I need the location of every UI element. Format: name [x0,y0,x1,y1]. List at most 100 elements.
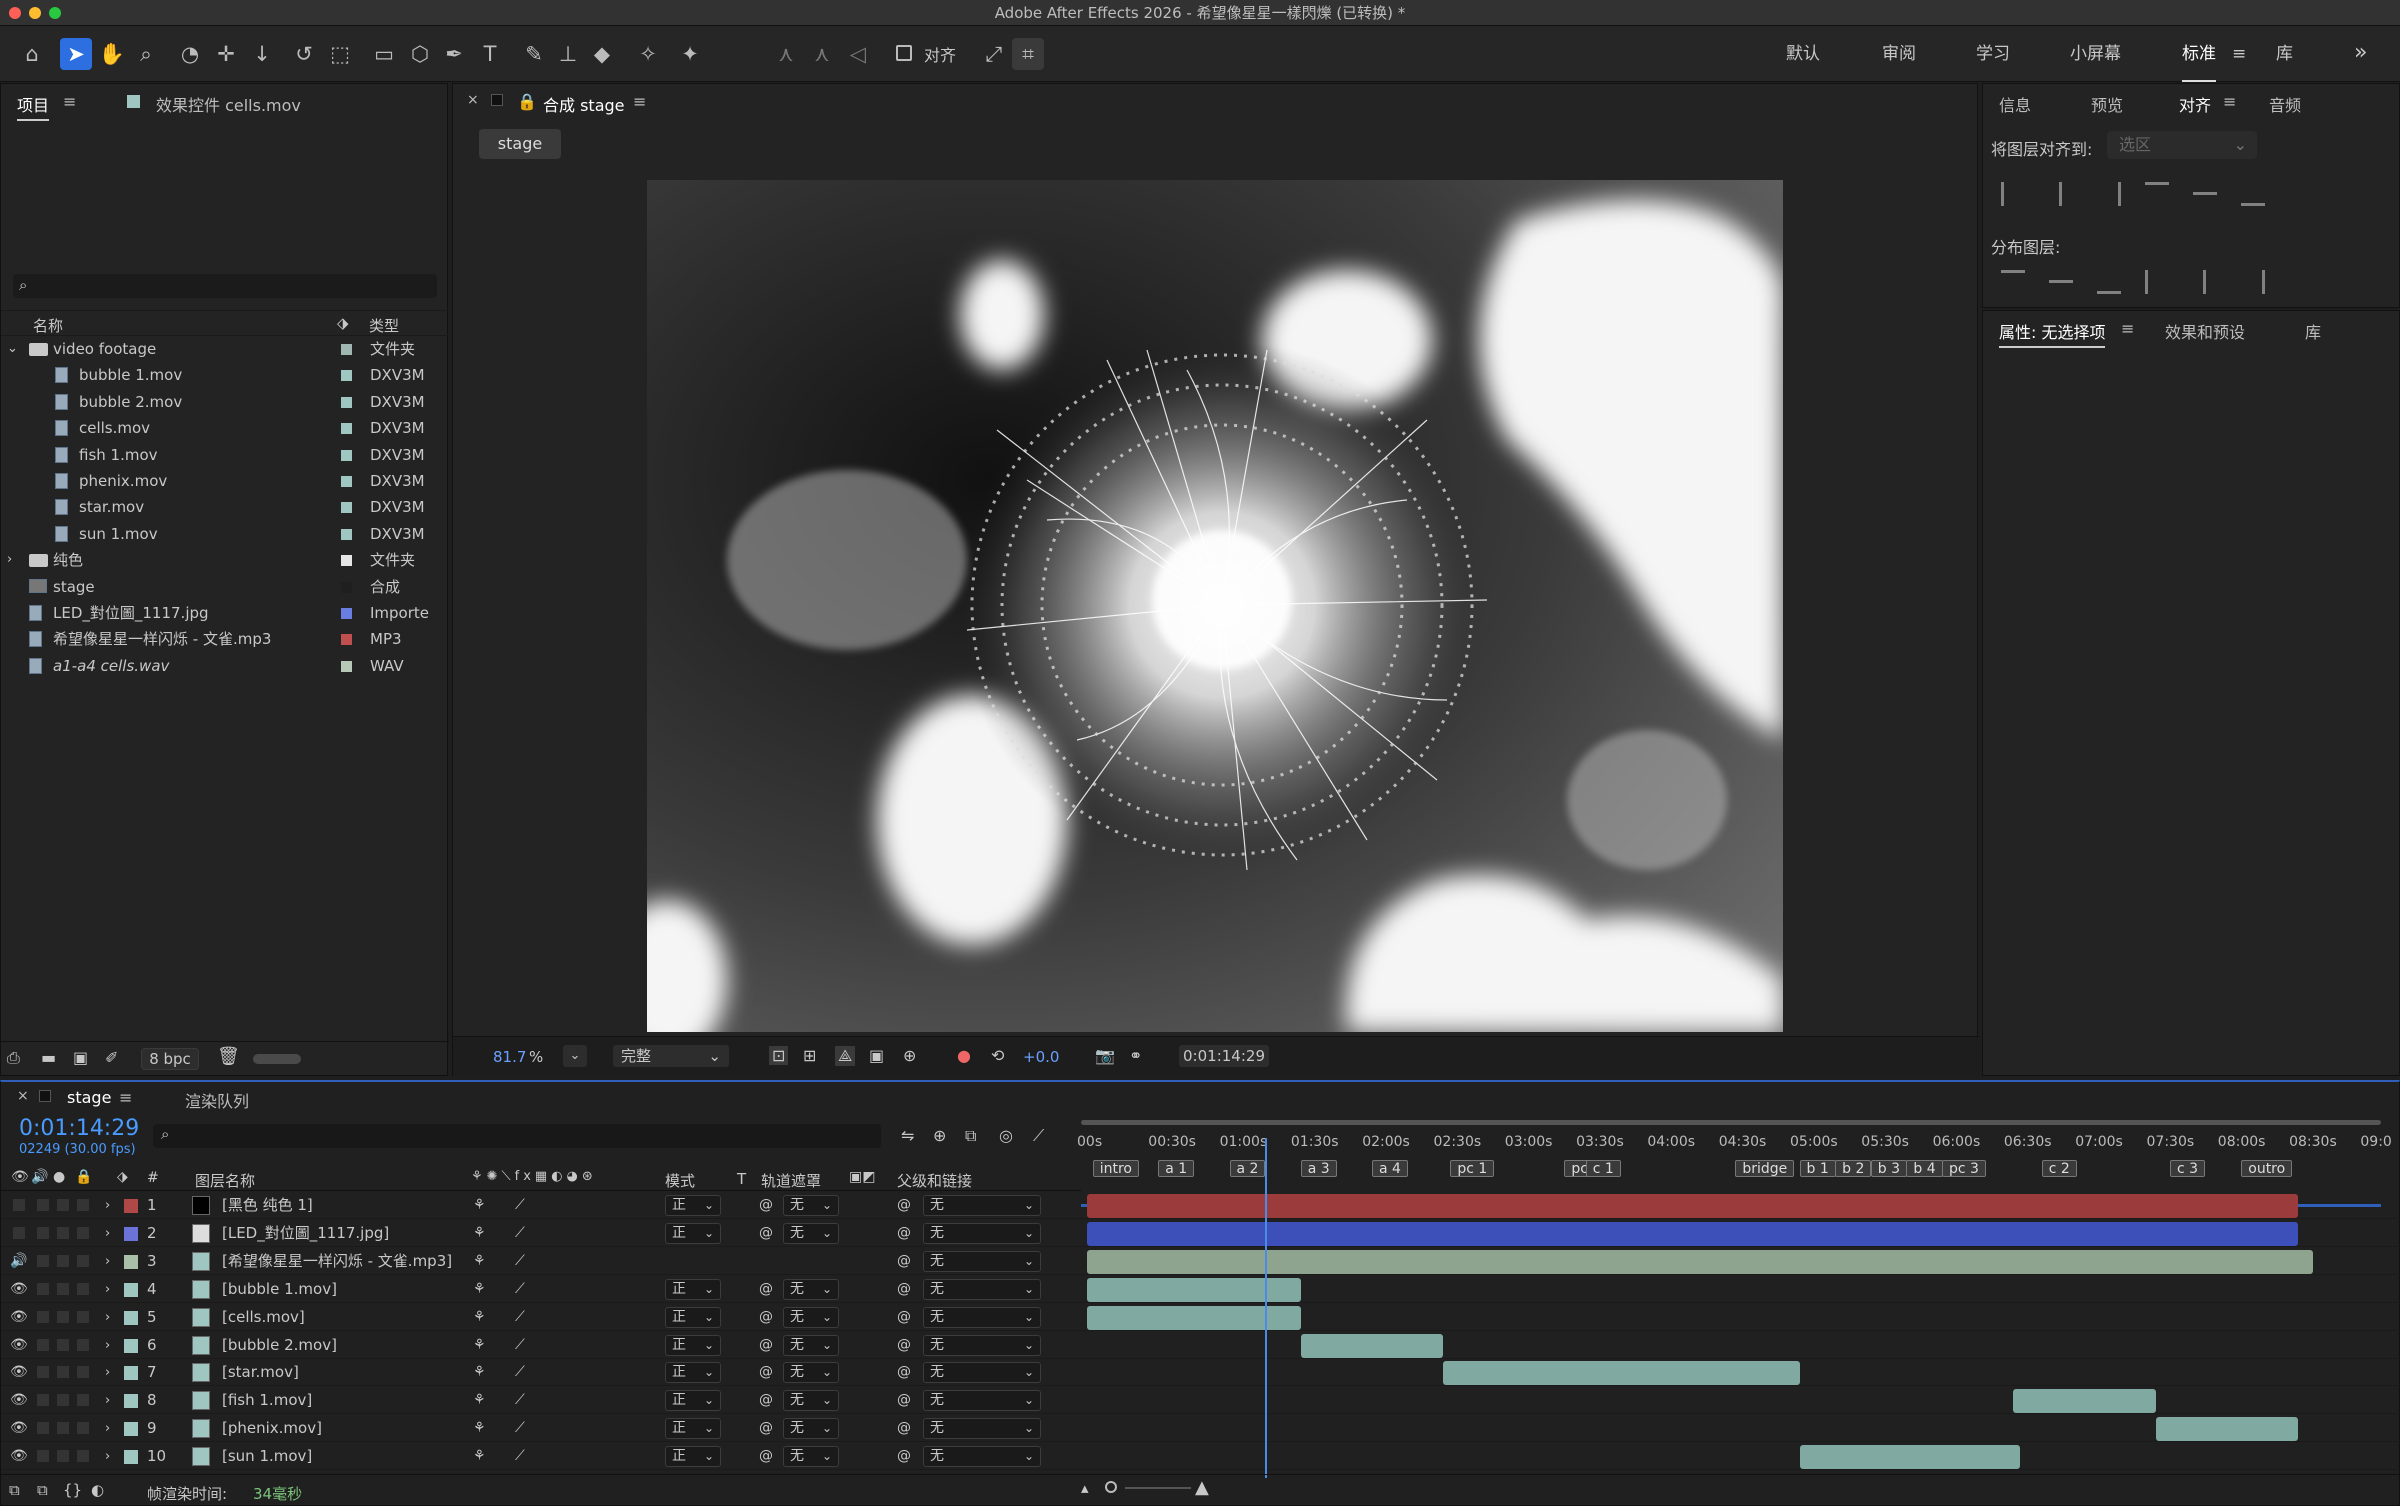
render-time-toggle-icon[interactable]: ◐ [91,1481,104,1499]
snapshot-icon[interactable]: 📷 [1095,1046,1115,1065]
more-workspaces-icon[interactable]: » [2354,40,2367,65]
label-swatch[interactable] [341,634,352,646]
comp-marker[interactable]: outro [2241,1160,2293,1177]
label-swatch[interactable] [341,476,352,487]
label-swatch[interactable] [341,370,352,382]
dolly-camera-icon[interactable]: ↓ [246,38,278,70]
layer-duration-bar[interactable] [2155,1417,2299,1442]
new-composition-icon[interactable]: ▣ [73,1048,88,1067]
comp-tab[interactable]: 合成 stage [543,92,625,116]
comp-viewer[interactable] [647,180,1783,1032]
disclosure-triangle-icon[interactable]: ⌄ [7,336,18,362]
label-swatch[interactable] [341,660,352,672]
zoom-dropdown-icon[interactable]: ⌄ [563,1045,587,1067]
comp-marker[interactable]: pc 1 [1450,1160,1495,1177]
layer-duration-bar[interactable] [1087,1277,1301,1302]
project-item[interactable]: sun 1.mov DXV3M [1,521,446,547]
comp-marker[interactable]: c 1 [1585,1160,1621,1177]
comp-marker[interactable]: intro [1092,1160,1139,1177]
world-axis-icon[interactable]: ⋏ [806,38,838,70]
new-folder-icon[interactable]: ▬ [41,1048,56,1067]
distribute-right-icon[interactable] [2241,270,2265,294]
snap-target-icon[interactable]: ⌗ [1012,38,1044,70]
project-item[interactable]: a1-a4 cells.wav WAV [1,653,446,679]
align-menu-icon[interactable]: ≡ [2223,92,2236,111]
resolution-dropdown[interactable]: 完整 ⌄ [613,1045,729,1067]
close-window-button[interactable] [9,7,21,19]
type-tool-icon[interactable]: T [474,38,506,70]
layer-duration-bar[interactable] [1087,1221,2299,1246]
label-swatch[interactable] [341,555,352,567]
minimize-window-button[interactable] [29,7,41,19]
delete-icon[interactable]: 🗑 [217,1046,240,1067]
workspace-standard[interactable]: 标准 [2182,26,2216,82]
comp-marker[interactable]: b 3 [1870,1160,1907,1177]
layer-duration-bar[interactable] [2013,1389,2156,1414]
comp-marker[interactable]: a 2 [1229,1160,1266,1177]
workspace-libraries[interactable]: 库 [2276,26,2293,82]
type-column-header[interactable]: 类型 [369,315,399,336]
region-of-interest-icon[interactable]: ▣ [869,1046,884,1065]
workspace-review[interactable]: 审阅 [1882,26,1916,82]
align-right-icon[interactable] [2097,182,2121,206]
align-v-center-icon[interactable] [2193,182,2217,195]
layer-duration-bar[interactable] [1087,1194,2299,1218]
align-left-icon[interactable] [2001,182,2025,206]
distribute-left-icon[interactable] [2145,270,2169,294]
project-item[interactable]: fish 1.mov DXV3M [1,442,446,468]
comp-breadcrumb[interactable]: stage [479,129,561,159]
bit-depth-button[interactable]: 8 bpc [141,1048,199,1070]
project-menu-icon[interactable]: ≡ [63,92,76,111]
local-axis-icon[interactable]: ⋏ [770,38,802,70]
zoom-value[interactable]: 81.7 [493,1048,526,1066]
align-top-icon[interactable] [2145,182,2169,206]
3d-shape-tool-icon[interactable]: ⬡ [404,38,436,70]
align-to-dropdown[interactable]: 选区 ⌄ [2107,131,2257,159]
zoom-tool-icon[interactable]: ⌕ [130,38,162,70]
modes-toggle-icon[interactable]: ⧉ [37,1481,48,1499]
preview-tab[interactable]: 预览 [2091,92,2123,116]
label-swatch[interactable] [341,528,352,540]
hand-tool-icon[interactable]: ✋ [96,38,128,70]
disclosure-triangle-icon[interactable]: › [7,547,12,573]
distribute-h-center-icon[interactable] [2193,270,2206,294]
comp-marker[interactable]: b 1 [1799,1160,1836,1177]
snap-options-icon[interactable]: ⤢ [978,38,1010,70]
audio-tab[interactable]: 音频 [2269,92,2301,116]
grid-guides-icon[interactable]: ⊕ [903,1046,916,1065]
project-item[interactable]: bubble 2.mov DXV3M [1,389,446,415]
label-swatch[interactable] [341,581,352,593]
mask-visibility-icon[interactable]: ⟁ [835,1046,856,1066]
comp-marker[interactable]: a 1 [1158,1160,1195,1177]
zoom-slider-track[interactable] [1125,1487,1191,1489]
project-item[interactable]: LED_對位圖_1117.jpg Importe [1,600,446,626]
label-swatch[interactable] [341,423,352,435]
roto-brush-tool-icon[interactable]: ✧ [632,38,664,70]
workspace-default[interactable]: 默认 [1786,26,1820,82]
align-tab[interactable]: 对齐 [2179,92,2211,116]
brush-tool-icon[interactable]: ✎ [518,38,550,70]
label-swatch[interactable] [341,502,352,514]
layer-duration-bar[interactable] [1087,1249,2313,1274]
view-axis-icon[interactable]: ◁ [842,38,874,70]
orbit-camera-icon[interactable]: ◔ [174,38,206,70]
playhead[interactable] [1265,1138,1268,1478]
libraries-tab[interactable]: 库 [2305,319,2321,343]
info-tab[interactable]: 信息 [1999,92,2031,116]
project-item[interactable]: stage 合成 [1,574,446,600]
comp-marker[interactable]: pc 3 [1942,1160,1986,1177]
zoom-slider-thumb[interactable] [1105,1481,1117,1493]
distribute-top-icon[interactable] [2001,270,2025,294]
snap-checkbox[interactable] [896,45,912,61]
project-item[interactable]: star.mov DXV3M [1,494,446,520]
reset-exposure-icon[interactable]: ⟲ [991,1046,1004,1065]
pan-camera-icon[interactable]: ✛ [210,38,242,70]
comp-marker[interactable]: a 3 [1300,1160,1337,1177]
properties-menu-icon[interactable]: ≡ [2121,319,2134,338]
project-item[interactable]: ⌄ video footage 文件夹 [1,336,446,362]
zoom-in-icon[interactable]: ▲ [1195,1477,1209,1498]
comp-marker[interactable]: c 3 [2170,1160,2206,1177]
effect-controls-tab[interactable]: 效果控件 cells.mov [156,92,301,116]
label-column-icon[interactable]: ⬗ [337,314,349,332]
comp-marker[interactable]: a 4 [1372,1160,1408,1177]
